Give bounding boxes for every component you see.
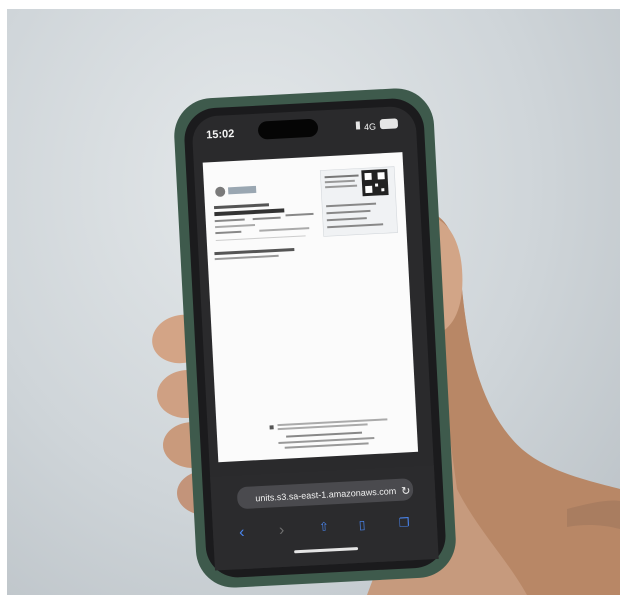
document-page [202, 152, 419, 463]
logo-wordmark [227, 185, 257, 195]
phone: 15:02 4G units.s3.sa-east-1.amazonaws.co… [174, 88, 456, 588]
reload-icon[interactable]: ↻ [401, 485, 411, 497]
status-time: 15:02 [206, 128, 235, 141]
dynamic-island [258, 119, 319, 140]
photo-frame: 15:02 4G units.s3.sa-east-1.amazonaws.co… [7, 9, 620, 595]
network-label: 4G [364, 122, 377, 133]
battery-icon [379, 118, 398, 130]
book-icon[interactable]: ▯ [358, 518, 365, 532]
tabs-icon[interactable]: ❐ [398, 515, 410, 530]
photo-scene: 15:02 4G units.s3.sa-east-1.amazonaws.co… [152, 88, 620, 595]
qr-code [361, 168, 389, 197]
signal-icon [355, 121, 361, 130]
share-icon[interactable]: ⇧ [319, 520, 330, 535]
chevron-left-icon[interactable]: ‹ [239, 524, 245, 541]
chevron-right-icon[interactable]: › [279, 522, 285, 539]
footer-seal [269, 425, 274, 430]
